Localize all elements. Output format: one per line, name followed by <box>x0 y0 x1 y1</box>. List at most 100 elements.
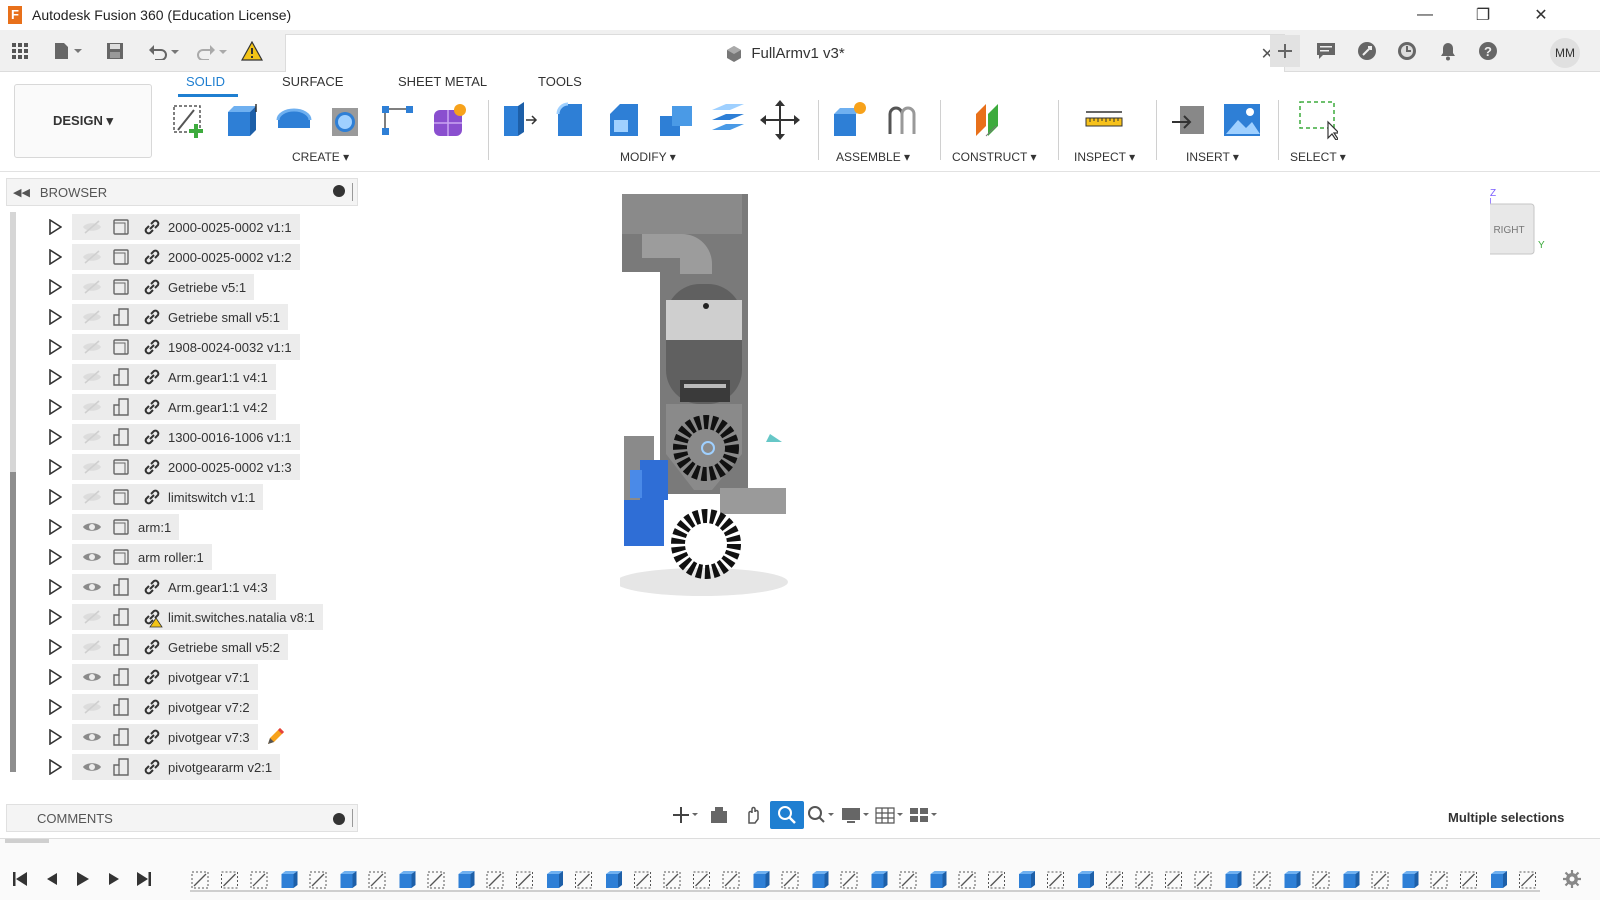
browser-item[interactable]: Arm.gear1:1 v4:1 <box>44 364 276 390</box>
create-group-label[interactable]: CREATE ▾ <box>292 150 349 164</box>
visibility-hidden-eye-icon[interactable] <box>78 490 106 504</box>
browser-item-body[interactable]: Arm.gear1:1 v4:2 <box>72 394 276 420</box>
pan-icon[interactable] <box>736 801 770 829</box>
expand-arrow-icon[interactable] <box>44 395 66 419</box>
browser-item[interactable]: Getriebe v5:1 <box>44 274 255 300</box>
browser-item-body[interactable]: Getriebe small v5:2 <box>72 634 288 660</box>
timeline-settings-gear-icon[interactable] <box>1560 867 1584 891</box>
user-avatar[interactable]: MM <box>1550 38 1580 68</box>
browser-item-body[interactable]: pivotgeararm v2:1 <box>72 754 281 780</box>
apps-grid-icon[interactable] <box>10 39 30 63</box>
workspace-dropdown[interactable]: DESIGN ▾ <box>14 84 152 158</box>
browser-item[interactable]: arm:1 <box>44 514 180 540</box>
restore-button[interactable]: ❐ <box>1454 0 1512 30</box>
timeline-extrude-feature-icon[interactable] <box>458 871 475 888</box>
tab-solid[interactable]: SOLID <box>186 74 225 89</box>
timeline-extrude-feature-icon[interactable] <box>930 871 947 888</box>
expand-arrow-icon[interactable] <box>44 605 66 629</box>
visibility-hidden-eye-icon[interactable] <box>78 310 106 324</box>
visibility-hidden-eye-icon[interactable] <box>78 640 106 654</box>
browser-item-body[interactable]: 2000-0025-0002 v1:2 <box>72 244 300 270</box>
redo-icon[interactable] <box>194 39 230 63</box>
timeline-extrude-feature-icon[interactable] <box>1225 871 1242 888</box>
timeline-sketch-feature-icon[interactable] <box>663 871 681 889</box>
browser-item[interactable]: limitswitch v1:1 <box>44 484 264 510</box>
visibility-eye-icon[interactable] <box>78 580 106 594</box>
close-window-button[interactable]: ✕ <box>1512 0 1570 30</box>
file-icon[interactable] <box>50 39 84 63</box>
link-icon[interactable] <box>136 306 168 328</box>
shell-icon[interactable] <box>326 100 366 140</box>
tab-surface[interactable]: SURFACE <box>282 74 343 89</box>
browser-item-body[interactable]: 2000-0025-0002 v1:3 <box>72 454 300 480</box>
timeline-sketch-feature-icon[interactable] <box>899 871 917 889</box>
browser-item[interactable]: 2000-0025-0002 v1:2 <box>44 244 300 270</box>
expand-arrow-icon[interactable] <box>44 275 66 299</box>
link-icon[interactable] <box>136 426 168 448</box>
browser-item[interactable]: Getriebe small v5:1 <box>44 304 288 330</box>
browser-item[interactable]: Arm.gear1:1 v4:2 <box>44 394 276 420</box>
browser-item-body[interactable]: pivotgear v7:3 <box>72 724 258 750</box>
panel-grip-icon[interactable] <box>352 809 353 827</box>
visibility-hidden-eye-icon[interactable] <box>78 250 106 264</box>
browser-item-body[interactable]: arm:1 <box>72 514 180 540</box>
timeline-sketch-feature-icon[interactable] <box>1194 871 1212 889</box>
go-to-start-icon[interactable] <box>8 867 32 891</box>
notifications-icon[interactable] <box>1436 39 1460 63</box>
browser-item-body[interactable]: limitswitch v1:1 <box>72 484 264 510</box>
add-comment-icon[interactable] <box>333 813 345 825</box>
joint-icon[interactable] <box>882 100 922 140</box>
expand-arrow-icon[interactable] <box>44 305 66 329</box>
look-at-icon[interactable] <box>702 801 736 829</box>
timeline-extrude-feature-icon[interactable] <box>812 871 829 888</box>
visibility-hidden-eye-icon[interactable] <box>78 280 106 294</box>
timeline-feature-track[interactable] <box>190 867 1540 893</box>
timeline-sketch-feature-icon[interactable] <box>1135 871 1153 889</box>
rectangular-pattern-icon[interactable] <box>378 100 418 140</box>
browser-item-body[interactable]: Getriebe v5:1 <box>72 274 255 300</box>
new-component-icon[interactable] <box>830 100 870 140</box>
insert-derive-icon[interactable] <box>1170 100 1210 140</box>
timeline-extrude-feature-icon[interactable] <box>1019 871 1035 888</box>
expand-arrow-icon[interactable] <box>44 635 66 659</box>
assemble-group-label[interactable]: ASSEMBLE ▾ <box>836 150 910 164</box>
expand-arrow-icon[interactable] <box>44 215 66 239</box>
timeline-sketch-feature-icon[interactable] <box>1430 871 1448 889</box>
link-icon[interactable] <box>136 366 168 388</box>
select-group-label[interactable]: SELECT ▾ <box>1290 150 1346 164</box>
timeline-extrude-feature-icon[interactable] <box>281 871 298 888</box>
job-status-icon[interactable] <box>1395 39 1419 63</box>
link-icon[interactable] <box>136 396 168 418</box>
timeline-extrude-feature-icon[interactable] <box>606 871 622 888</box>
link-icon[interactable] <box>136 486 168 508</box>
comments-panel-header[interactable]: COMMENTS <box>6 804 358 832</box>
canvas-image-icon[interactable] <box>1222 100 1262 140</box>
timeline-sketch-feature-icon[interactable] <box>221 871 238 889</box>
visibility-eye-icon[interactable] <box>78 730 106 744</box>
timeline-extrude-feature-icon[interactable] <box>1284 871 1301 888</box>
expand-arrow-icon[interactable] <box>44 545 66 569</box>
browser-scrollbar-thumb[interactable] <box>10 472 16 772</box>
timeline-extrude-feature-icon[interactable] <box>340 871 357 888</box>
timeline-sketch-feature-icon[interactable] <box>722 871 740 889</box>
link-icon[interactable] <box>136 666 168 688</box>
timeline-scroll-thumb[interactable] <box>5 839 49 843</box>
timeline-extrude-feature-icon[interactable] <box>1078 871 1094 888</box>
visibility-eye-icon[interactable] <box>78 670 106 684</box>
browser-item-body[interactable]: arm roller:1 <box>72 544 212 570</box>
visibility-hidden-eye-icon[interactable] <box>78 220 106 234</box>
extensions-icon[interactable] <box>1355 39 1379 63</box>
expand-arrow-icon[interactable] <box>44 245 66 269</box>
timeline-sketch-feature-icon[interactable] <box>1165 871 1182 889</box>
browser-item-body[interactable]: Arm.gear1:1 v4:1 <box>72 364 276 390</box>
measure-icon[interactable] <box>1084 100 1124 140</box>
browser-item[interactable]: 2000-0025-0002 v1:3 <box>44 454 300 480</box>
fillet-icon[interactable] <box>552 100 592 140</box>
timeline-sketch-feature-icon[interactable] <box>988 871 1005 889</box>
create-form-icon[interactable] <box>430 100 470 140</box>
chamfer-icon[interactable] <box>604 100 644 140</box>
expand-arrow-icon[interactable] <box>44 695 66 719</box>
timeline-sketch-feature-icon[interactable] <box>1460 871 1477 889</box>
save-icon[interactable] <box>104 39 126 63</box>
modify-group-label[interactable]: MODIFY ▾ <box>620 150 676 164</box>
